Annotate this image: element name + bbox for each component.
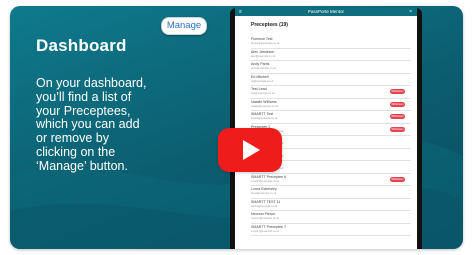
preceptee-email: natalie@example.co.uk	[251, 104, 279, 108]
preceptee-name: Alex Jamieson	[251, 49, 275, 54]
manage-button[interactable]: Manage	[161, 17, 207, 35]
preceptee-row[interactable]: Neonun Pieron neonun@example.co.uk	[251, 211, 411, 224]
preceptee-email: lorna@example.co.uk	[251, 192, 277, 195]
status-badge: Withdrawn	[390, 176, 405, 182]
preceptee-email: florence@example.co.uk	[251, 42, 280, 45]
app-bar: ≡ PassPorte Mentor ×	[235, 8, 417, 16]
preceptee-email: test11@example.co.uk	[251, 204, 278, 208]
preceptee-name: SMARTT TEST 11	[251, 199, 281, 204]
preceptee-name: Natalie Williams	[251, 99, 277, 104]
preceptee-name: Test Lead	[251, 87, 267, 91]
preceptee-email: smartt@example.co.uk	[251, 117, 278, 120]
preceptee-row[interactable]: SMARTT TEST 11 test11@example.co.uk	[251, 199, 411, 211]
preceptee-name: Lorna Eckersley	[251, 187, 277, 191]
play-icon	[243, 140, 260, 160]
app-title: PassPorte Mentor	[307, 9, 344, 14]
status-badge: Withdrawn	[390, 89, 405, 94]
preceptee-row[interactable]: Andy Pants andy@example.co.uk	[251, 61, 411, 74]
preceptee-email: test@example.co.uk	[251, 92, 275, 95]
preceptee-email: neonun@example.co.uk	[251, 217, 280, 220]
preceptee-email: ed@example.co.uk	[251, 79, 274, 83]
status-badge: Withdrawn	[390, 126, 405, 132]
preceptee-row[interactable]: Lorna Eckersley lorna@example.co.uk	[251, 186, 411, 199]
preceptee-name: Andy Pants	[251, 62, 270, 66]
preceptee-row[interactable]: Ed Mitchell ed@example.co.uk	[251, 74, 411, 86]
preceptee-name: Ed Mitchell	[251, 74, 269, 79]
preceptee-row[interactable]: Natalie Williams natalie@example.co.uk Wit…	[251, 99, 411, 111]
preceptee-row[interactable]: Florence Test florence@example.co.uk	[251, 36, 411, 49]
slide-heading: Dashboard	[36, 36, 127, 55]
preceptee-name: Neonun Pieron	[251, 212, 275, 216]
status-badge: Withdrawn	[390, 114, 405, 119]
preceptees-title: Preceptees (19)	[251, 22, 288, 28]
preceptee-name: SMARTT Test	[251, 112, 274, 116]
preceptee-name: SMARTT Preceptee 7	[251, 224, 287, 229]
preceptee-email: andy@example.co.uk	[251, 67, 276, 70]
preceptee-email: alex@example.co.uk	[251, 54, 276, 58]
preceptee-name: Florence Test	[251, 37, 273, 41]
menu-icon: ≡	[239, 9, 242, 15]
status-badge: Withdrawn	[390, 101, 405, 107]
preceptee-name: SMARTT Preceptee 6	[251, 174, 287, 179]
preceptee-row[interactable]: Alex Jamieson alex@example.co.uk	[251, 49, 411, 61]
preceptee-row[interactable]: SMARTT Test smartt@example.co.uk Withdrawn	[251, 111, 411, 124]
close-icon: ×	[409, 9, 412, 15]
preceptee-email: smartt6@example.co.uk	[251, 179, 280, 183]
video-thumbnail[interactable]: Dashboard On your dashboard, you’ll find…	[10, 6, 463, 249]
preceptee-row[interactable]: SMARTT Preceptee 6 smartt6@example.co.uk W…	[251, 174, 411, 186]
slide-body-text: On your dashboard, you’ll find a list of…	[36, 76, 147, 173]
preceptee-email: smartt7@example.co.uk	[251, 229, 280, 233]
preceptee-row[interactable]: SMARTT Preceptee 7 smartt7@example.co.uk	[251, 224, 411, 236]
preceptee-row[interactable]: Test Lead test@example.co.uk Withdrawn	[251, 86, 411, 99]
play-button[interactable]	[218, 128, 282, 172]
